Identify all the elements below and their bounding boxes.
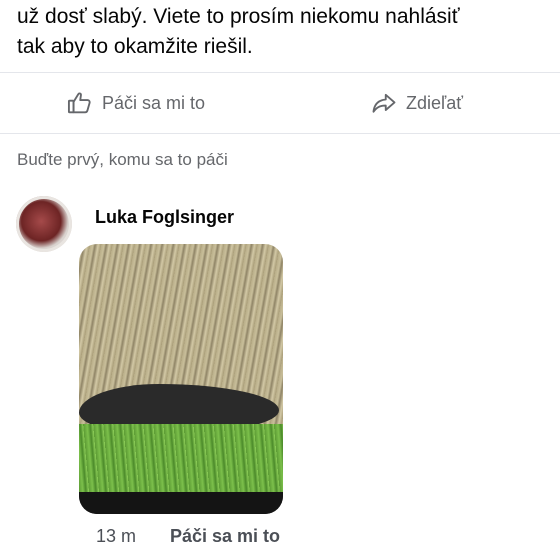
reactions-summary: Buďte prvý, komu sa to páči bbox=[17, 150, 228, 169]
like-button[interactable]: Páči sa mi to bbox=[66, 86, 205, 120]
like-label: Páči sa mi to bbox=[102, 92, 206, 113]
divider-bottom bbox=[0, 133, 560, 134]
post-text: už dosť slabý. Viete to prosím niekomu n… bbox=[17, 5, 460, 58]
comment-author[interactable]: Luka Foglsinger bbox=[95, 207, 234, 228]
share-label: Zdieľať bbox=[406, 92, 464, 113]
comment-time: 13 m bbox=[96, 526, 137, 546]
photo-grass bbox=[79, 424, 283, 492]
share-arrow-icon bbox=[370, 89, 398, 117]
comment-photo[interactable] bbox=[79, 244, 283, 514]
divider-top bbox=[0, 72, 560, 73]
avatar[interactable] bbox=[16, 196, 72, 252]
share-button[interactable]: Zdieľať bbox=[370, 86, 463, 120]
thumbs-up-icon bbox=[66, 89, 94, 117]
comment-like-button[interactable]: Páči sa mi to bbox=[170, 526, 280, 547]
photo-bottom-bar bbox=[79, 492, 283, 514]
